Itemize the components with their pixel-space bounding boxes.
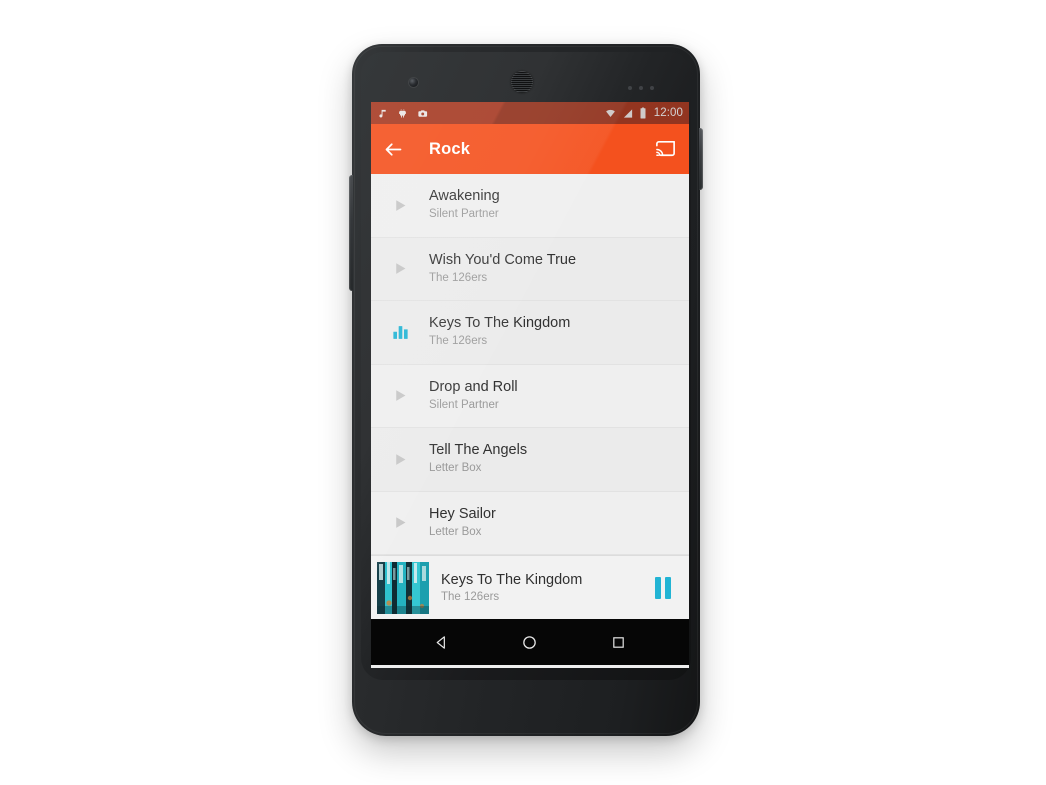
back-triangle-icon [436, 635, 445, 649]
song-row-0[interactable]: Awakening Silent Partner [371, 174, 689, 238]
nav-back-button[interactable] [415, 619, 467, 665]
app-bar: Rock [371, 124, 689, 174]
song-artist: The 126ers [429, 335, 488, 348]
song-artist: Letter Box [429, 462, 482, 475]
cast-icon [656, 140, 675, 156]
phone-device: 12:00 Rock Awakening Silent Partner Wish… [349, 44, 703, 736]
pause-bar-left [655, 576, 661, 599]
status-bar-system-icons: 12:00 [604, 107, 683, 119]
back-arrow-icon [385, 142, 402, 156]
song-artist: Silent Partner [429, 208, 499, 221]
row-text-0: Awakening Silent Partner [429, 188, 500, 222]
play-icon [395, 390, 405, 402]
android-icon [399, 108, 406, 118]
album-art-thumbnail[interactable] [377, 561, 429, 614]
status-bar-clock: 12:00 [653, 107, 683, 119]
play-icon [395, 263, 405, 275]
song-row-2[interactable]: Keys To The Kingdom The 126ers [371, 301, 689, 365]
proximity-sensor-icon [628, 86, 632, 90]
row-text-1: Wish You'd Come True The 126ers [429, 252, 576, 286]
front-camera-icon [409, 78, 418, 87]
album-art-image [377, 561, 429, 614]
now-playing-title: Keys To The Kingdom [441, 571, 583, 588]
home-circle-icon [523, 635, 537, 649]
equalizer-icon [392, 325, 408, 339]
screenshot-canvas: 12:00 Rock Awakening Silent Partner Wish… [0, 0, 1046, 785]
pause-bar-right [665, 576, 671, 599]
play-icon [395, 517, 405, 529]
notification-led-icon [650, 86, 654, 90]
song-title: Wish You'd Come True [429, 251, 577, 268]
power-button[interactable] [699, 128, 703, 190]
song-row-3[interactable]: Drop and Roll Silent Partner [371, 364, 689, 428]
row-icon-4[interactable] [383, 451, 417, 468]
song-list: Awakening Silent Partner Wish You'd Come… [371, 174, 689, 555]
row-icon-2[interactable] [383, 323, 417, 342]
row-text-2: Keys To The Kingdom The 126ers [429, 315, 570, 349]
song-title: Tell The Angels [429, 442, 528, 459]
music-note-icon [379, 109, 386, 117]
row-icon-3[interactable] [383, 387, 417, 404]
status-bar: 12:00 [371, 102, 689, 124]
now-playing-bar[interactable]: Keys To The Kingdom The 126ers [371, 555, 689, 619]
now-playing-info: Keys To The Kingdom The 126ers [441, 571, 649, 605]
row-text-3: Drop and Roll Silent Partner [429, 379, 518, 413]
wifi-icon [605, 109, 615, 117]
song-artist: Silent Partner [429, 398, 499, 411]
volume-rocker-button[interactable] [349, 175, 353, 291]
row-icon-1[interactable] [383, 260, 417, 277]
row-icon-5[interactable] [383, 514, 417, 531]
earpiece-speaker-grille-icon [511, 71, 533, 93]
photos-icon [418, 109, 428, 117]
song-row-5[interactable]: Hey Sailor Letter Box [371, 491, 689, 555]
android-navigation-bar [371, 619, 689, 665]
row-icon-0[interactable] [383, 197, 417, 214]
cast-button[interactable] [654, 138, 677, 161]
recents-square-icon [613, 636, 624, 648]
row-text-5: Hey Sailor Letter Box [429, 506, 496, 540]
song-row-4[interactable]: Tell The Angels Letter Box [371, 428, 689, 492]
song-title: Awakening [429, 188, 500, 205]
song-title: Drop and Roll [429, 378, 518, 395]
page-title: Rock [429, 139, 471, 158]
pause-button[interactable] [649, 571, 677, 605]
song-artist: The 126ers [429, 271, 488, 284]
phone-screen: 12:00 Rock Awakening Silent Partner Wish… [371, 102, 689, 668]
play-icon [395, 199, 405, 211]
nav-recents-button[interactable] [593, 619, 645, 665]
row-text-4: Tell The Angels Letter Box [429, 442, 527, 476]
song-row-1[interactable]: Wish You'd Come True The 126ers [371, 237, 689, 301]
song-artist: Letter Box [429, 525, 482, 538]
light-sensor-icon [639, 86, 643, 90]
song-title: Keys To The Kingdom [429, 315, 571, 332]
nav-home-button[interactable] [504, 619, 556, 665]
song-title: Hey Sailor [429, 505, 496, 522]
now-playing-artist: The 126ers [441, 590, 500, 603]
play-icon [395, 453, 405, 465]
back-button[interactable] [383, 139, 404, 160]
battery-icon [640, 107, 646, 119]
status-bar-notifications [377, 108, 428, 119]
signal-strength-icon [623, 108, 632, 118]
